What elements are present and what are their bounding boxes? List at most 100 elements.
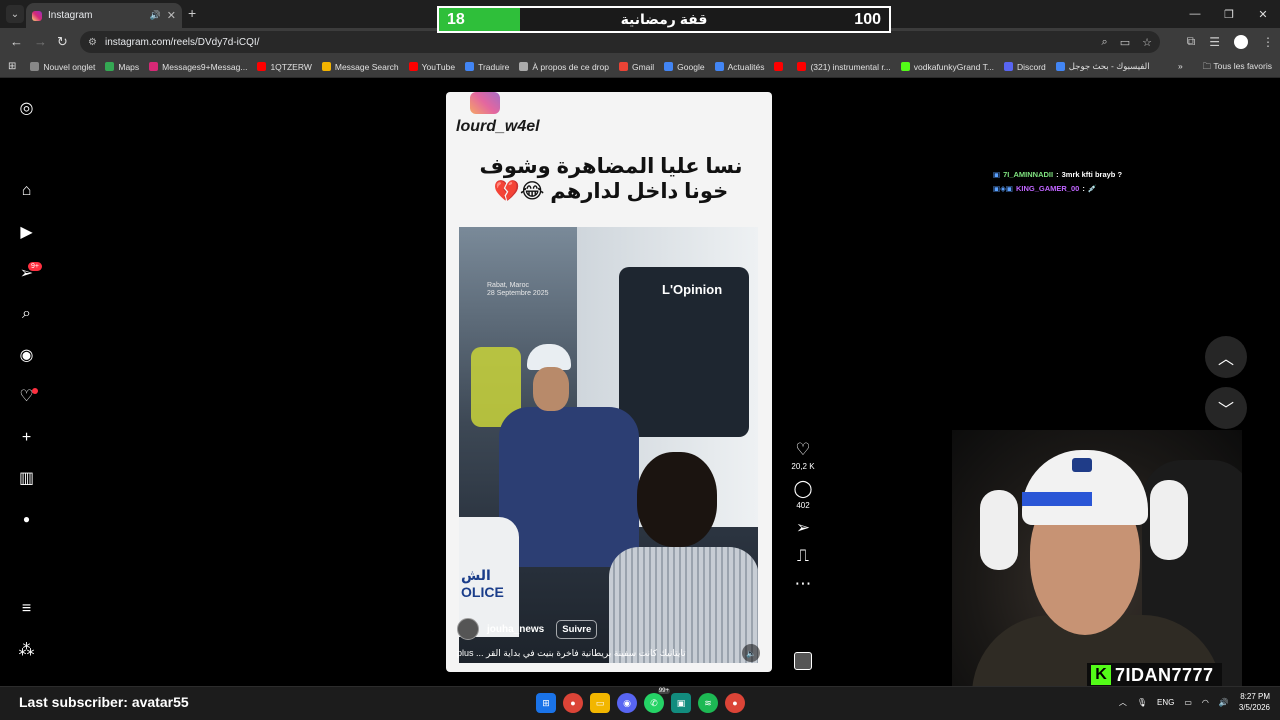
reel-video-card[interactable]: lourd_w4el نسا عليا المضاهرة وشوف خونا د… — [446, 92, 772, 672]
audio-thumbnail[interactable] — [794, 652, 812, 670]
mute-icon[interactable]: 🔈 — [742, 644, 760, 662]
bookmark-item[interactable]: Actualités — [714, 62, 764, 72]
author-avatar[interactable] — [457, 618, 479, 640]
windows-taskbar: Last subscriber: avatar55 ⊞ ● ▭ ◉ ✆ 99+ ▣… — [0, 686, 1280, 720]
left-nav: ◎ ⌂ ▶ ➢ 9+ ⌕ ◉ ♡ + ▥ ● ≡ ⁂ — [0, 78, 52, 686]
bookmark-item[interactable]: Messages9+Messag... — [149, 62, 247, 72]
address-bar[interactable]: ⚙ instagram.com/reels/DVdy7d-iCQI/ ⌕ ▭ ☆ — [80, 31, 1160, 53]
tab-groups-icon[interactable]: ☰ — [1209, 35, 1220, 49]
bookmark-item[interactable]: Maps — [105, 62, 139, 72]
windows-start-icon[interactable]: ⊞ — [536, 693, 556, 713]
bookmark-item[interactable]: vodkafunkyGrand T... — [900, 61, 994, 72]
close-window-button[interactable]: ✕ — [1246, 0, 1280, 28]
url-text[interactable]: instagram.com/reels/DVdy7d-iCQI/ — [105, 37, 1102, 48]
bookmark-item[interactable]: Google — [664, 62, 705, 72]
heart-icon[interactable]: ♡ — [795, 440, 810, 460]
maximize-button[interactable]: ❐ — [1212, 0, 1246, 28]
bookmark-label: vodkafunkyGrand T... — [913, 61, 994, 72]
clock-time: 8:27 PM — [1240, 692, 1270, 701]
more-options-button[interactable]: ⋯ — [788, 574, 818, 594]
speaker-icon[interactable]: 🔊 — [150, 10, 161, 21]
file-explorer-icon[interactable]: ▭ — [590, 693, 610, 713]
bookmark-item[interactable]: Message Search — [321, 62, 399, 72]
tray-chevron-icon[interactable]: ︿ — [1119, 697, 1127, 708]
more-apps-icon[interactable]: ⁂ — [17, 640, 36, 659]
reload-icon[interactable]: ↻ — [57, 34, 68, 50]
microphone-icon[interactable]: 🎙 — [1137, 698, 1147, 707]
next-reel-button[interactable]: ﹀ — [1205, 387, 1247, 429]
bookmark-item[interactable]: Traduire — [465, 62, 509, 72]
hamburger-menu-icon[interactable]: ≡ — [17, 599, 36, 618]
more-dots-icon[interactable]: ⋯ — [795, 574, 812, 594]
send-icon[interactable]: ➢ — [796, 518, 810, 538]
kick-icon — [900, 62, 910, 71]
minimize-button[interactable]: — — [1178, 0, 1212, 28]
like-button[interactable]: ♡ 20,2 K — [788, 440, 818, 471]
bookmark-item[interactable]: (321) instrumental r... — [797, 62, 891, 72]
tab-instagram[interactable]: Instagram 🔊 ✕ — [26, 3, 182, 28]
tab-search-button[interactable]: ⌄ — [6, 5, 24, 23]
bookmark-item[interactable]: Discord — [1003, 62, 1046, 72]
dashboard-icon[interactable]: ▥ — [17, 468, 36, 487]
bookmark-item[interactable]: Nouvel onglet — [30, 62, 95, 72]
chat-badge-icon: ▣ — [993, 170, 1001, 179]
close-tab-icon[interactable]: ✕ — [167, 9, 176, 22]
bookmark-item[interactable]: Gmail — [618, 62, 654, 72]
discord-icon[interactable]: ◉ — [617, 693, 637, 713]
save-button[interactable]: ⎍ — [788, 546, 818, 566]
reel-author[interactable]: jouha_news Suivre — [457, 618, 598, 640]
extensions-icon[interactable]: ⧉ — [1187, 34, 1196, 49]
display-icon[interactable]: ▭ — [1184, 698, 1192, 707]
apps-grid-icon[interactable]: ⊞ — [8, 61, 16, 72]
cast-icon[interactable]: ▭ — [1120, 36, 1130, 49]
tab-title: Instagram — [48, 10, 93, 21]
whatsapp-icon[interactable]: ✆ 99+ — [644, 688, 670, 713]
chrome-icon[interactable]: ● — [563, 693, 583, 713]
bookmark-item[interactable]: À propos de ce drop — [519, 62, 609, 72]
star-icon[interactable]: ☆ — [1142, 36, 1152, 49]
chat-text: 3mrk kfti brayb ? — [1061, 170, 1123, 179]
new-tab-button[interactable]: + — [188, 5, 196, 21]
home-icon[interactable]: ⌂ — [17, 181, 36, 200]
instagram-logo-icon[interactable]: ◎ — [17, 98, 36, 117]
reel-description[interactable]: تايتانيك كانت سفينة بريطانية فاخرة بنيت … — [457, 648, 737, 659]
follow-button[interactable]: Suivre — [556, 619, 598, 639]
clock-date: 3/5/2026 — [1238, 703, 1270, 712]
bookmark-item[interactable]: YouTube — [408, 62, 455, 72]
system-clock[interactable]: 8:27 PM 3/5/2026 — [1239, 691, 1270, 713]
profile-avatar[interactable] — [1234, 34, 1248, 49]
site-info-icon[interactable]: ⚙ — [88, 37, 97, 48]
more-bookmarks-icon[interactable]: » — [1178, 61, 1183, 75]
stream-chat: ▣ 7I_AMINNADII : 3mrk kfti brayb ? ▣◈▣ K… — [993, 168, 1122, 196]
bookmark-item[interactable]: 1QTZERW — [257, 62, 312, 72]
bookmark-item[interactable] — [774, 62, 787, 71]
forward-arrow-icon[interactable]: → — [34, 34, 47, 49]
share-button[interactable]: ➢ — [788, 518, 818, 538]
explore-icon[interactable]: ◉ — [17, 345, 36, 364]
all-bookmarks[interactable]: 🗀 Tous les favoris — [1203, 61, 1272, 75]
chrome-window-icon[interactable]: ● — [725, 693, 745, 713]
profile-avatar-icon[interactable]: ● — [17, 509, 36, 528]
kebab-menu-icon[interactable]: ⋮ — [1262, 35, 1274, 49]
volume-icon[interactable]: 🔊 — [1219, 698, 1229, 707]
comment-icon[interactable]: ◯ — [793, 479, 812, 499]
reel-actions: ♡ 20,2 K ◯ 402 ➢ ⎍ ⋯ — [788, 440, 818, 602]
author-username[interactable]: jouha_news — [487, 624, 544, 635]
create-plus-icon[interactable]: + — [17, 428, 36, 447]
spotify-icon[interactable]: ≋ — [698, 693, 718, 713]
gmail-icon — [618, 62, 628, 71]
bookmark-label: الفيسبوك - بحث جوجل — [1068, 61, 1150, 71]
language-indicator[interactable]: ENG — [1157, 698, 1174, 707]
comment-button[interactable]: ◯ 402 — [788, 479, 818, 510]
reels-icon[interactable]: ▶ — [17, 222, 36, 241]
wifi-icon[interactable]: ◠ — [1202, 698, 1209, 707]
video-brand: L'Opinion — [662, 282, 723, 297]
previous-reel-button[interactable]: ︿ — [1205, 336, 1247, 378]
bookmark-item[interactable]: الفيسبوك - بحث جوجل — [1055, 61, 1150, 72]
zoom-icon[interactable]: ⌕ — [1102, 36, 1108, 49]
back-arrow-icon[interactable]: ← — [10, 34, 23, 49]
messaging-app-icon[interactable]: ▣ — [671, 693, 691, 713]
video-frame[interactable]: L'Opinion Rabat, Maroc 28 Septembre 2025… — [459, 227, 758, 663]
search-icon[interactable]: ⌕ — [17, 304, 36, 323]
bookmark-icon[interactable]: ⎍ — [797, 546, 809, 566]
